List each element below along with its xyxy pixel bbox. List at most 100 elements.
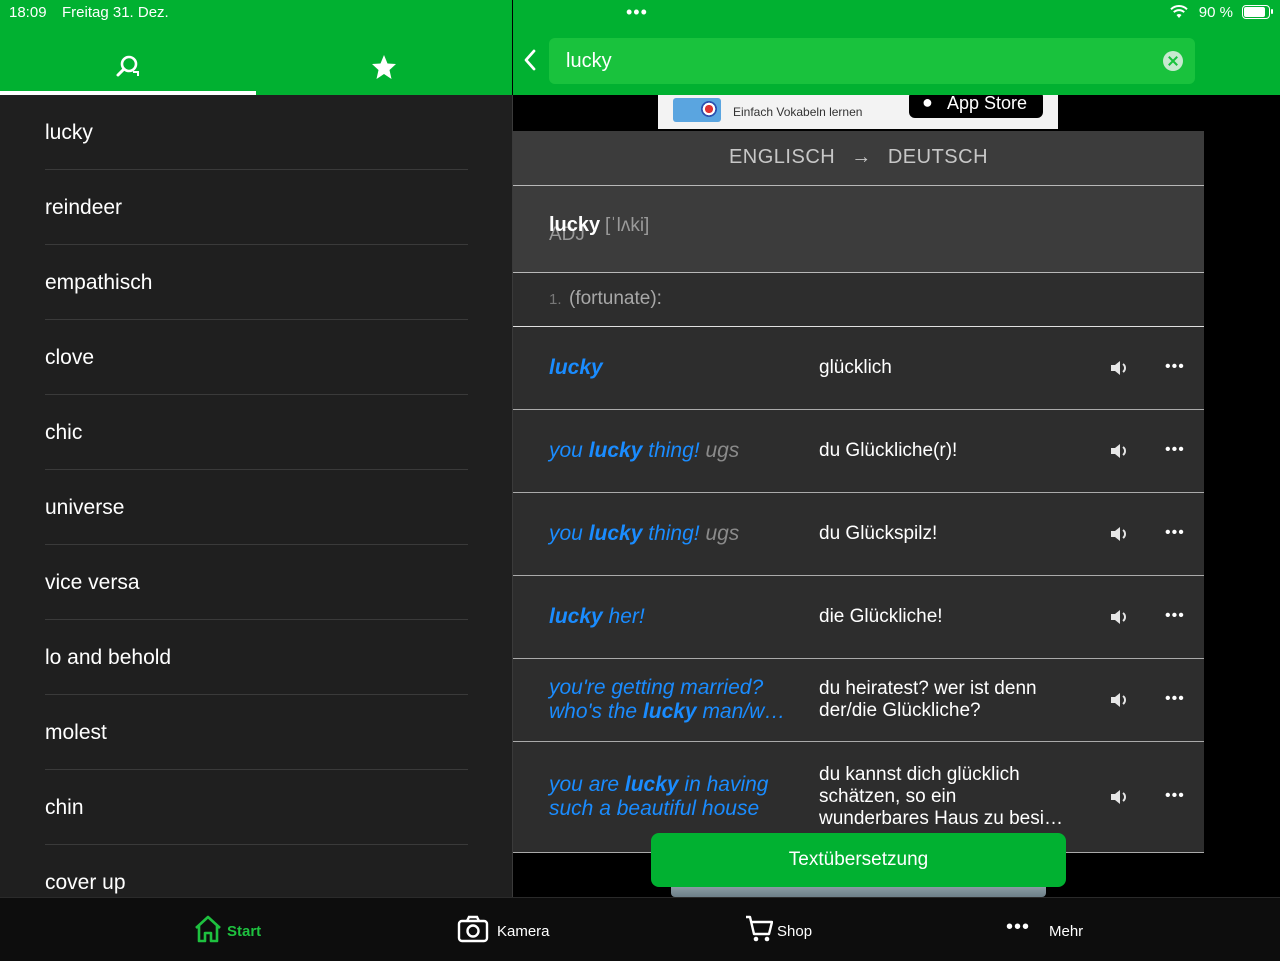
pronunciation: [ˈlʌki] xyxy=(605,215,650,236)
back-chevron-icon[interactable] xyxy=(523,48,537,72)
tab-search[interactable] xyxy=(0,40,256,95)
translation-row[interactable]: you're getting married? who's the lucky m… xyxy=(513,659,1204,742)
more-options-icon[interactable]: ••• xyxy=(1165,690,1185,708)
history-item[interactable]: lucky xyxy=(45,95,468,170)
history-item[interactable]: reindeer xyxy=(45,170,468,245)
wifi-icon xyxy=(1170,5,1188,18)
phrase-text: you are xyxy=(549,773,625,796)
search-query: lucky xyxy=(566,50,612,72)
more-options-icon[interactable]: ••• xyxy=(1165,358,1185,376)
phrase-text: such a beautiful house xyxy=(549,797,760,820)
target-language: DEUTSCH xyxy=(887,146,989,168)
star-icon xyxy=(372,55,396,79)
nav-shop-label: Shop xyxy=(777,923,813,940)
phrase-text: in having xyxy=(678,773,769,796)
history-item[interactable]: chic xyxy=(45,395,468,470)
history-item[interactable]: vice versa xyxy=(45,545,468,620)
search-icon xyxy=(116,55,139,77)
phrase-text: you're getting married? xyxy=(549,676,764,699)
translation-row[interactable]: you lucky thing! ugs du Glückspilz! ••• xyxy=(513,493,1204,576)
history-item-label: vice versa xyxy=(45,571,140,594)
speaker-icon[interactable] xyxy=(1109,442,1129,460)
source-phrase: you are lucky in having such a beautiful … xyxy=(549,773,804,821)
phrase-text: you xyxy=(549,439,589,462)
nav-camera[interactable]: Kamera xyxy=(457,898,557,961)
text-translation-button[interactable]: Textübersetzung xyxy=(651,833,1066,887)
nav-shop[interactable]: Shop xyxy=(745,898,825,961)
cart-icon xyxy=(746,915,773,942)
more-options-icon[interactable]: ••• xyxy=(1165,524,1185,542)
sense-row: 1. (fortunate): xyxy=(513,273,1204,327)
translation-line: der/die Glückliche? xyxy=(819,700,981,721)
phrase-text: thing! xyxy=(642,522,706,545)
more-options-icon[interactable]: ••• xyxy=(1165,787,1185,805)
history-item[interactable]: clove xyxy=(45,320,468,395)
history-item-label: chic xyxy=(45,421,83,444)
phrase-text: thing! xyxy=(642,439,706,462)
translation-text: du Glückspilz! xyxy=(819,523,938,544)
history-item[interactable]: molest xyxy=(45,695,468,770)
nav-start-label: Start xyxy=(227,923,262,940)
clear-search-icon[interactable] xyxy=(1163,51,1183,71)
camera-icon xyxy=(457,915,489,943)
status-bar: 18:09 Freitag 31. Dez. ••• 90 % xyxy=(0,0,1280,24)
phrase-text: her! xyxy=(602,605,645,628)
translation-line: du heiratest? wer ist denn xyxy=(819,678,1037,699)
translation-text: du Glückliche(r)! xyxy=(819,440,958,461)
speaker-icon[interactable] xyxy=(1109,608,1129,626)
history-item-label: reindeer xyxy=(45,196,123,219)
history-item[interactable]: cover up xyxy=(45,845,468,897)
headword-highlight: lucky xyxy=(549,356,603,379)
more-options-icon[interactable]: ••• xyxy=(1165,607,1185,625)
search-input[interactable]: lucky xyxy=(549,38,1195,84)
app-store-label: App Store xyxy=(947,95,1028,113)
ad-banner[interactable]: Einfach Vokabeln lernen ● App Store xyxy=(658,95,1058,129)
speaker-icon[interactable] xyxy=(1109,691,1129,709)
ad-logo-icon xyxy=(673,98,721,122)
headword-highlight: lucky xyxy=(549,605,603,628)
translation-line: du kannst dich glücklich xyxy=(819,764,1020,785)
translation-line: schätzen, so ein xyxy=(819,786,957,807)
speaker-icon[interactable] xyxy=(1109,788,1129,806)
translation-row[interactable]: you lucky thing! ugs du Glückliche(r)! ••• xyxy=(513,410,1204,493)
app-store-badge[interactable]: ● App Store xyxy=(909,95,1043,118)
history-item-label: lo and behold xyxy=(45,646,172,669)
headword-highlight: lucky xyxy=(588,439,643,462)
multitasking-dots-icon[interactable]: ••• xyxy=(626,3,648,21)
nav-start[interactable]: Start xyxy=(193,898,273,961)
headword-highlight: lucky xyxy=(642,700,697,723)
history-item-label: cover up xyxy=(45,871,126,894)
history-item-label: universe xyxy=(45,496,125,519)
translation-row[interactable]: lucky glücklich ••• xyxy=(513,327,1204,410)
home-icon xyxy=(195,915,221,943)
translation-line: wunderbares Haus zu besi… xyxy=(819,808,1063,829)
battery-percent: 90 % xyxy=(1198,4,1233,21)
history-item-label: molest xyxy=(45,721,107,744)
translation-text: du heiratest? wer ist denn der/die Glückl… xyxy=(819,678,1089,722)
history-item[interactable]: universe xyxy=(45,470,468,545)
sense-number: 1. xyxy=(549,291,562,308)
speaker-icon[interactable] xyxy=(1109,525,1129,543)
more-options-icon[interactable]: ••• xyxy=(1165,441,1185,459)
history-item[interactable]: empathisch xyxy=(45,245,468,320)
bottom-tab-bar: Start Kamera Shop ••• Mehr xyxy=(0,897,1280,961)
status-date: Freitag 31. Dez. xyxy=(62,4,169,21)
more-dots-icon: ••• xyxy=(1006,916,1031,938)
source-language: ENGLISCH xyxy=(728,146,836,168)
speaker-icon[interactable] xyxy=(1109,359,1129,377)
nav-camera-label: Kamera xyxy=(497,923,550,940)
nav-more[interactable]: ••• Mehr xyxy=(1006,898,1096,961)
tab-favorites[interactable] xyxy=(256,40,512,95)
translation-text: glücklich xyxy=(819,357,892,378)
source-phrase: you lucky thing! ugs xyxy=(549,439,804,463)
right-margin xyxy=(1204,95,1280,897)
headword-highlight: lucky xyxy=(588,522,643,545)
headword-row: ADJ lucky [ˈlʌki] xyxy=(513,186,1204,273)
history-item[interactable]: chin xyxy=(45,770,468,845)
history-item[interactable]: lo and behold xyxy=(45,620,468,695)
sense-text: (fortunate): xyxy=(569,288,662,309)
phrase-text: man/w… xyxy=(696,700,786,723)
history-item-label: empathisch xyxy=(45,271,153,294)
translation-row[interactable]: lucky her! die Glückliche! ••• xyxy=(513,576,1204,659)
history-item-label: clove xyxy=(45,346,95,369)
